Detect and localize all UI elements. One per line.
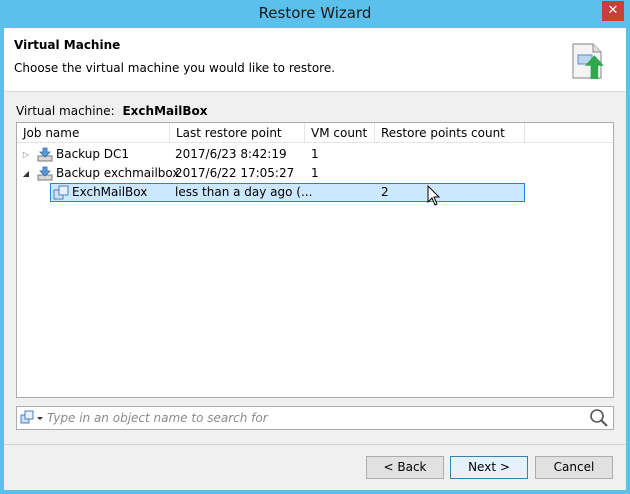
search-scope-dropdown-icon[interactable]: [19, 409, 45, 427]
table-row[interactable]: ◢ Backup exchmailbox 2017/6/22 17:05:27 …: [17, 164, 613, 183]
step-description: Choose the virtual machine you would lik…: [14, 61, 336, 75]
close-button[interactable]: ✕: [602, 1, 624, 21]
job-name: Backup exchmailbox: [56, 166, 180, 180]
wizard-header: Virtual Machine Choose the virtual machi…: [4, 28, 626, 92]
search-box: [16, 406, 614, 430]
vm-count: 1: [311, 147, 319, 161]
mouse-cursor-icon: [427, 185, 441, 206]
last-restore-point: less than a day ago (...: [175, 185, 313, 199]
cancel-button[interactable]: Cancel: [535, 456, 613, 479]
wizard-body: Virtual Machine Choose the virtual machi…: [4, 28, 626, 490]
column-header: Job name Last restore point VM count Res…: [17, 123, 613, 143]
collapse-toggle[interactable]: ◢: [21, 164, 31, 183]
title-bar: Restore Wizard ✕: [0, 0, 630, 28]
job-name: Backup DC1: [56, 147, 130, 161]
vm-count: 1: [311, 166, 319, 180]
table-row-selected[interactable]: ExchMailBox less than a day ago (... 2: [17, 183, 613, 202]
col-job-name[interactable]: Job name: [17, 123, 170, 143]
backup-job-icon: [37, 147, 53, 162]
back-button[interactable]: < Back: [366, 456, 444, 479]
last-restore-point: 2017/6/23 8:42:19: [175, 147, 287, 161]
search-icon[interactable]: [589, 408, 609, 428]
backup-job-icon: [37, 166, 53, 181]
restore-vm-icon: [572, 43, 604, 79]
expand-toggle[interactable]: ▷: [21, 145, 31, 164]
last-restore-point: 2017/6/22 17:05:27: [175, 166, 295, 180]
window-title: Restore Wizard: [258, 4, 372, 22]
restore-points-count: 2: [381, 185, 389, 199]
virtual-machine-field: Virtual machine: ExchMailBox: [16, 104, 207, 118]
restore-points-list[interactable]: Job name Last restore point VM count Res…: [16, 122, 614, 398]
vm-name: ExchMailBox: [72, 185, 148, 199]
table-row[interactable]: ▷ Backup DC1 2017/6/23 8:42:19 1: [17, 145, 613, 164]
col-restore-points-count[interactable]: Restore points count: [375, 123, 525, 143]
search-input[interactable]: [47, 409, 587, 427]
col-vm-count[interactable]: VM count: [305, 123, 375, 143]
col-last-restore-point[interactable]: Last restore point: [170, 123, 305, 143]
footer-separator: [4, 444, 626, 445]
virtual-machine-value: ExchMailBox: [122, 104, 208, 118]
step-title: Virtual Machine: [14, 38, 121, 52]
vm-icon: [53, 185, 69, 200]
virtual-machine-label: Virtual machine:: [16, 104, 115, 118]
next-button[interactable]: Next >: [450, 456, 528, 479]
